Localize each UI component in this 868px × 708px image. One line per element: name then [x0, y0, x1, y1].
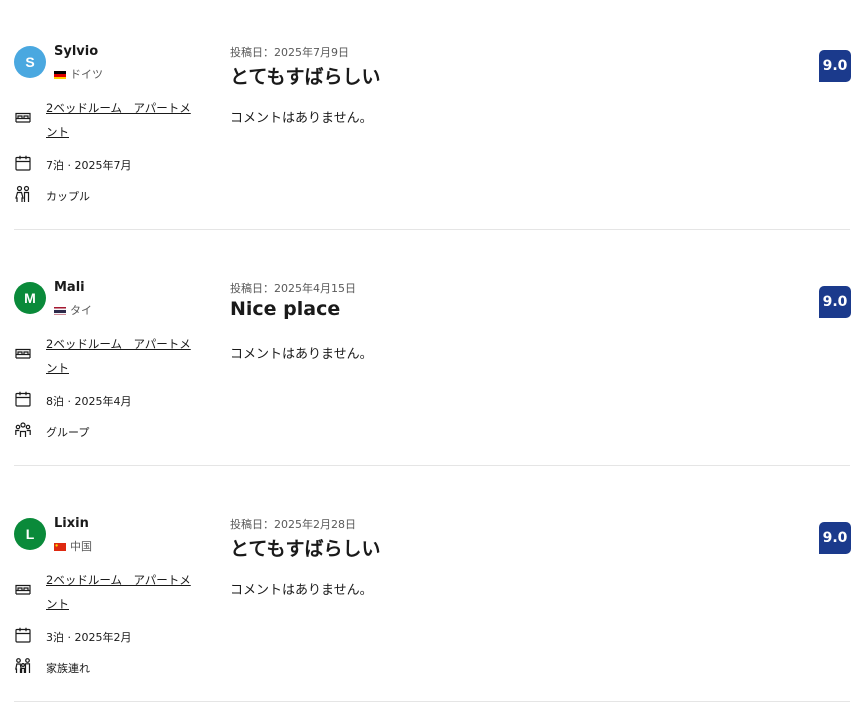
- country-label: ドイツ: [70, 68, 103, 81]
- score-badge: 9.0: [819, 286, 851, 318]
- divider: [14, 701, 850, 702]
- reviewer-country: タイ: [54, 302, 92, 318]
- china-flag-icon: [54, 542, 66, 551]
- room-link[interactable]: 2ベッドルーム アパートメント: [46, 332, 198, 380]
- couple-icon: [14, 185, 32, 203]
- divider: [14, 465, 850, 466]
- avatar: L: [14, 518, 46, 550]
- room-info: 2ベッドルーム アパートメント: [14, 568, 198, 616]
- traveler-type-info: 家族連れ: [14, 657, 90, 681]
- room-link[interactable]: 2ベッドルーム アパートメント: [46, 568, 198, 616]
- group-icon: [14, 421, 32, 439]
- reviewer-name: Mali: [54, 280, 85, 295]
- review-card: M Mali タイ 2ベッドルーム アパートメント 8泊 · 2025年4月 グ…: [0, 236, 868, 472]
- reviewer-name: Sylvio: [54, 44, 99, 59]
- stay-info: 7泊 · 2025年7月: [14, 154, 131, 178]
- score-badge: 9.0: [819, 522, 851, 554]
- review-comment: コメントはありません。: [230, 347, 373, 362]
- review-title: とてもすばらしい: [230, 538, 381, 560]
- review-date: 投稿日：2025年4月15日: [230, 282, 356, 295]
- room-info: 2ベッドルーム アパートメント: [14, 332, 198, 380]
- reviewer-country: ドイツ: [54, 66, 103, 82]
- review-comment: コメントはありません。: [230, 583, 373, 598]
- stay-text: 3泊 · 2025年2月: [46, 631, 132, 644]
- reviewer-name: Lixin: [54, 516, 89, 531]
- country-label: 中国: [70, 540, 92, 553]
- family-icon: [14, 657, 32, 675]
- review-date: 投稿日：2025年7月9日: [230, 46, 349, 59]
- review-title: Nice place: [230, 298, 341, 320]
- score-badge: 9.0: [819, 50, 851, 82]
- bed-icon: [14, 580, 32, 598]
- room-info: 2ベッドルーム アパートメント: [14, 96, 198, 144]
- bed-icon: [14, 344, 32, 362]
- bed-icon: [14, 108, 32, 126]
- stay-info: 8泊 · 2025年4月: [14, 390, 131, 414]
- traveler-type-info: カップル: [14, 185, 90, 209]
- traveler-type-text: グループ: [46, 426, 90, 439]
- review-title: とてもすばらしい: [230, 66, 381, 88]
- calendar-icon: [14, 626, 32, 644]
- traveler-type-info: グループ: [14, 421, 89, 445]
- review-card: S Sylvio ドイツ 2ベッドルーム アパートメント 7泊 · 2025年7…: [0, 0, 868, 236]
- avatar: M: [14, 282, 46, 314]
- review-card: L Lixin 中国 2ベッドルーム アパートメント 3泊 · 2025年2月 …: [0, 472, 868, 708]
- traveler-type-text: カップル: [46, 190, 90, 203]
- country-label: タイ: [70, 304, 92, 317]
- avatar: S: [14, 46, 46, 78]
- stay-info: 3泊 · 2025年2月: [14, 626, 131, 650]
- thailand-flag-icon: [54, 306, 66, 315]
- review-date: 投稿日：2025年2月28日: [230, 518, 356, 531]
- calendar-icon: [14, 154, 32, 172]
- germany-flag-icon: [54, 70, 66, 79]
- divider: [14, 229, 850, 230]
- room-link[interactable]: 2ベッドルーム アパートメント: [46, 96, 198, 144]
- traveler-type-text: 家族連れ: [46, 662, 90, 675]
- reviewer-country: 中国: [54, 538, 92, 554]
- review-comment: コメントはありません。: [230, 111, 373, 126]
- stay-text: 8泊 · 2025年4月: [46, 395, 132, 408]
- calendar-icon: [14, 390, 32, 408]
- stay-text: 7泊 · 2025年7月: [46, 159, 132, 172]
